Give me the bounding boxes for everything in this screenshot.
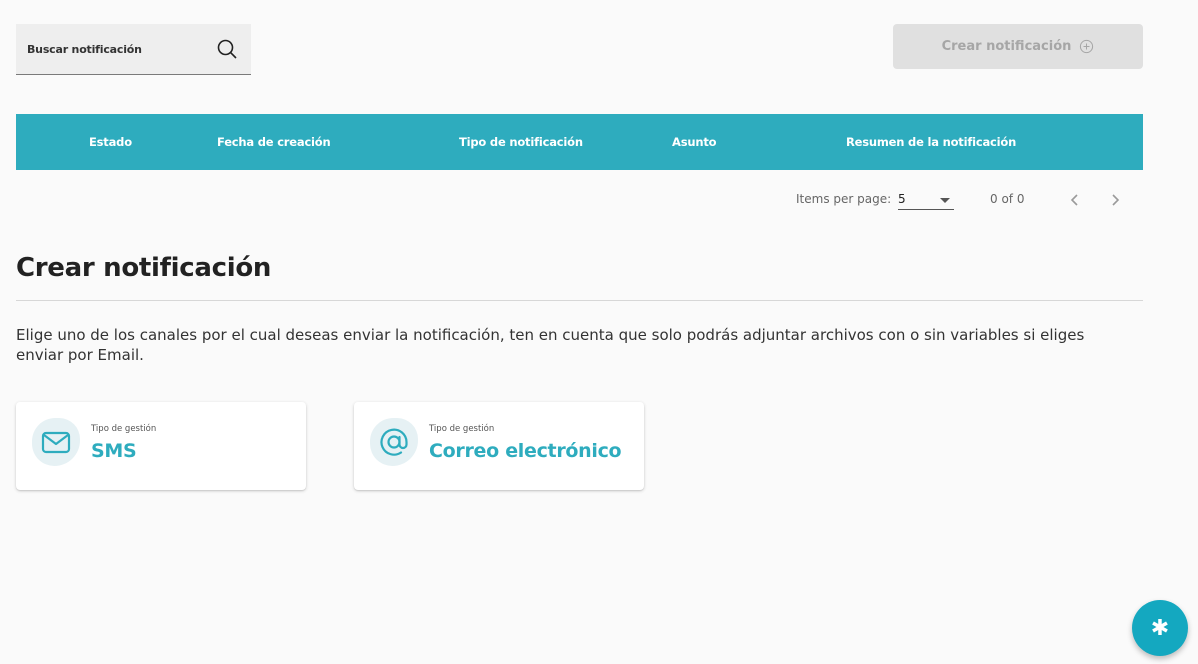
channel-card-sms[interactable]: Tipo de gestión SMS [16,402,306,490]
mail-icon [41,431,71,454]
card-kicker: Tipo de gestión [429,424,495,434]
create-notification-label: Crear notificación [941,39,1072,54]
items-per-page-label: Items per page: [796,192,892,206]
next-page-button[interactable] [1106,191,1124,209]
section-divider [16,300,1143,301]
column-header-tipo[interactable]: Tipo de notificación [459,135,583,149]
page: Buscar notificación Crear notificación E… [0,0,1198,664]
page-size-value: 5 [898,192,906,206]
card-title: Correo electrónico [429,440,622,462]
page-size-select[interactable]: 5 [898,190,954,210]
page-range-label: 0 of 0 [990,192,1025,206]
column-header-asunto[interactable]: Asunto [672,135,717,149]
section-description: Elige uno de los canales por el cual des… [16,326,1085,364]
search-icon[interactable] [215,37,239,61]
chevron-down-icon [940,198,950,203]
search-input[interactable]: Buscar notificación [16,24,251,75]
at-sign-icon [380,428,408,456]
column-header-resumen[interactable]: Resumen de la notificación [846,135,1016,149]
floating-action-button[interactable]: ✱ [1132,600,1188,656]
paginator: Items per page: 5 0 of 0 [796,188,1143,212]
previous-page-button[interactable] [1066,191,1084,209]
table-header: Estado Fecha de creación Tipo de notific… [16,114,1143,170]
search-placeholder: Buscar notificación [27,42,142,56]
column-header-estado[interactable]: Estado [89,135,132,149]
channel-card-email[interactable]: Tipo de gestión Correo electrónico [354,402,644,490]
create-notification-button[interactable]: Crear notificación [893,24,1143,69]
column-header-fecha[interactable]: Fecha de creación [217,135,331,149]
asterisk-icon: ✱ [1150,615,1170,641]
card-kicker: Tipo de gestión [91,424,157,434]
card-title: SMS [91,440,137,462]
section-title: Crear notificación [16,253,272,283]
plus-circle-icon [1080,39,1094,54]
